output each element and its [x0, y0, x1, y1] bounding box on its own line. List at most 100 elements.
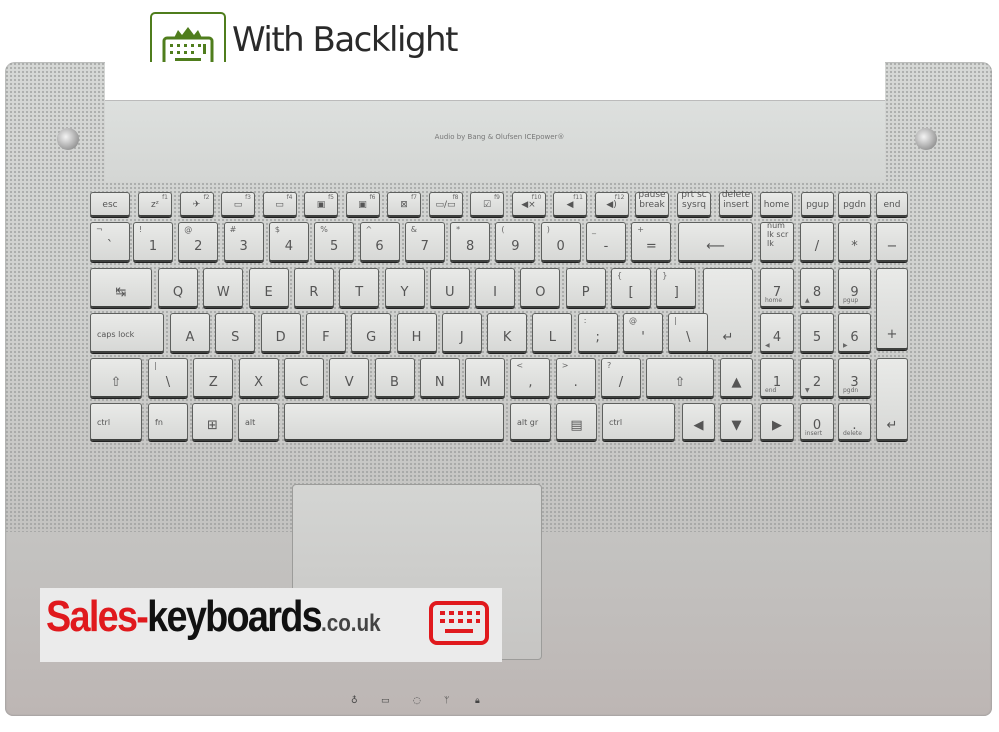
key-a-15[interactable]: 6 ▶ — [838, 313, 871, 353]
key-q-12[interactable]: ]} — [656, 268, 697, 308]
key-bottom-11[interactable]: 0 insert — [800, 403, 834, 441]
key-num-17[interactable]: − — [876, 222, 908, 262]
key-q-7[interactable]: U — [429, 268, 470, 308]
key-bottom-0[interactable]: ctrl — [90, 403, 142, 441]
key-fn-16[interactable]: home — [760, 192, 793, 217]
key-bottom-8[interactable]: ◀ — [682, 403, 715, 441]
key-bottom-7[interactable]: ctrl — [602, 403, 675, 441]
key-num-13[interactable]: ⟵ — [678, 222, 753, 262]
key-z-9[interactable]: , < — [510, 358, 551, 398]
key-z-11[interactable]: /? — [601, 358, 641, 398]
key-fn-2[interactable]: ✈ f2 — [179, 192, 214, 217]
key-fn-17[interactable]: pgup — [801, 192, 834, 217]
key-a-4[interactable]: F — [305, 313, 346, 353]
key-num-16[interactable]: * — [838, 222, 871, 262]
key-num-6[interactable]: 6 ^ — [359, 222, 400, 262]
key-num-15[interactable]: / — [800, 222, 834, 262]
key-z-3[interactable]: X — [238, 358, 279, 398]
key-z-17[interactable]: ↵ — [876, 358, 908, 441]
key-num-0[interactable]: ` ¬ — [90, 222, 130, 262]
space-key[interactable] — [284, 403, 504, 441]
key-fn-3[interactable]: ▭ f3 — [221, 192, 255, 217]
key-a-11[interactable]: ' @ — [623, 313, 663, 353]
key-q-11[interactable]: [{ — [611, 268, 651, 308]
key-fn-8[interactable]: ▭/▭ f8 — [428, 192, 463, 217]
key-q-9[interactable]: O — [520, 268, 561, 308]
key-q-4[interactable]: R — [293, 268, 334, 308]
key-num-8[interactable]: 8 * — [450, 222, 491, 262]
key-fn-18[interactable]: pgdn — [838, 192, 871, 217]
key-z-15[interactable]: 2 ▼ — [800, 358, 834, 398]
key-z-0[interactable]: ⇧ — [90, 358, 142, 398]
key-bottom-10[interactable]: ▶ — [760, 403, 794, 441]
key-num-1[interactable]: 1! — [133, 222, 173, 262]
key-fn-9[interactable]: ☑ f9 — [470, 192, 504, 217]
key-a-8[interactable]: K — [487, 313, 528, 353]
key-q-5[interactable]: T — [339, 268, 380, 308]
key-num-7[interactable]: 7 & — [404, 222, 445, 262]
key-fn-0[interactable]: esc — [90, 192, 130, 217]
key-bottom-9[interactable]: ▼ — [720, 403, 753, 441]
key-a-7[interactable]: J — [441, 313, 482, 353]
key-q-3[interactable]: E — [248, 268, 289, 308]
key-fn-19[interactable]: end — [876, 192, 908, 217]
key-z-14[interactable]: 1 end — [760, 358, 794, 398]
key-z-10[interactable]: . > — [555, 358, 596, 398]
key-q-8[interactable]: I — [475, 268, 516, 308]
key-fn-4[interactable]: ▭ f4 — [262, 192, 297, 217]
key-num-11[interactable]: - _ — [586, 222, 626, 262]
key-q-15[interactable]: 8 ▲ — [800, 268, 834, 308]
key-a-9[interactable]: L — [532, 313, 573, 353]
key-z-13[interactable]: ▲ — [720, 358, 753, 398]
key-z-16[interactable]: 3 pgdn — [838, 358, 871, 398]
key-num-5[interactable]: 5% — [314, 222, 355, 262]
key-fn-6[interactable]: ▣ f6 — [345, 192, 380, 217]
key-fn-1[interactable]: zᶻ f1 — [138, 192, 172, 217]
key-q-16[interactable]: 9 pgup — [838, 268, 871, 308]
key-q-6[interactable]: Y — [384, 268, 425, 308]
key-fn-15[interactable]: delete insert — [719, 190, 753, 217]
key-a-6[interactable]: H — [396, 313, 437, 353]
key-bottom-12[interactable]: . delete — [838, 403, 871, 441]
key-q-13[interactable]: ↵ — [703, 268, 753, 353]
key-z-6[interactable]: B — [374, 358, 415, 398]
key-z-7[interactable]: N — [419, 358, 460, 398]
key-bottom-5[interactable]: alt gr — [510, 403, 551, 441]
key-q-1[interactable]: Q — [158, 268, 198, 308]
key-q-0[interactable]: ↹ — [90, 268, 152, 308]
key-num-3[interactable]: 3 # — [223, 222, 264, 262]
key-fn-10[interactable]: ◀× f10 — [511, 192, 546, 217]
key-a-14[interactable]: 5 — [800, 313, 834, 353]
key-q-10[interactable]: P — [565, 268, 606, 308]
key-a-1[interactable]: A — [170, 313, 210, 353]
key-fn-13[interactable]: pause break — [635, 190, 669, 217]
key-bottom-2[interactable]: ⊞ — [192, 403, 233, 441]
key-q-2[interactable]: W — [203, 268, 244, 308]
key-num-4[interactable]: 4 $ — [268, 222, 309, 262]
key-a-10[interactable]: ;: — [577, 313, 618, 353]
key-z-5[interactable]: V — [329, 358, 370, 398]
key-fn-11[interactable]: ◀ f11 — [553, 192, 587, 217]
key-fn-5[interactable]: ▣ f5 — [304, 192, 338, 217]
key-num-14[interactable]: num lk scr lk — [760, 221, 794, 262]
key-num-2[interactable]: 2 @ — [178, 222, 219, 262]
key-z-12[interactable]: ⇧ — [646, 358, 714, 398]
key-z-8[interactable]: M — [465, 358, 506, 398]
key-a-3[interactable]: D — [260, 313, 301, 353]
key-num-12[interactable]: = + — [631, 222, 672, 262]
key-q-14[interactable]: 7 home — [760, 268, 794, 308]
key-num-10[interactable]: 0) — [540, 222, 581, 262]
key-a-2[interactable]: S — [215, 313, 256, 353]
key-z-1[interactable]: \ | — [148, 358, 188, 398]
key-z-4[interactable]: C — [283, 358, 324, 398]
key-num-9[interactable]: 9( — [495, 222, 536, 262]
key-bottom-1[interactable]: fn — [148, 403, 188, 441]
key-q-17[interactable]: + — [876, 268, 908, 350]
key-a-13[interactable]: 4 ◀ — [760, 313, 794, 353]
key-fn-14[interactable]: prt sc sysrq — [677, 190, 711, 217]
key-fn-12[interactable]: ◀) f12 — [594, 192, 629, 217]
key-fn-7[interactable]: ⊠ f7 — [387, 192, 421, 217]
key-bottom-3[interactable]: alt — [238, 403, 279, 441]
key-a-12[interactable]: \ | — [668, 313, 709, 353]
key-a-0[interactable]: caps lock — [90, 313, 164, 353]
